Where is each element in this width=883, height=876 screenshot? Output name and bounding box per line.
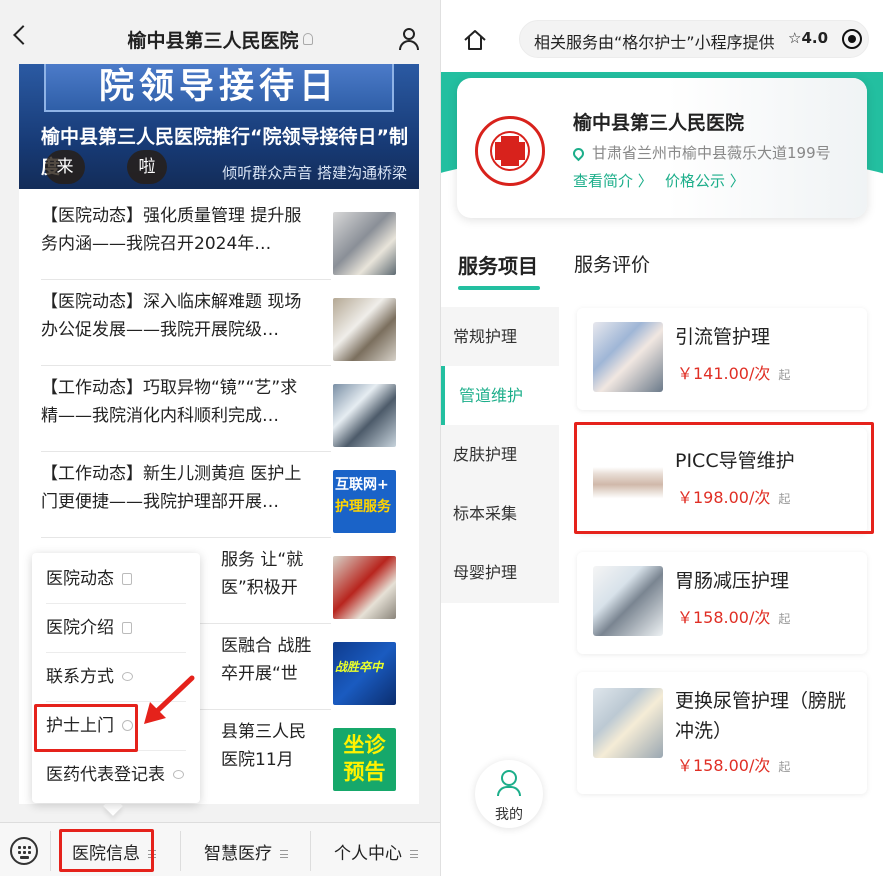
news-thumbnail: [333, 384, 396, 447]
my-button[interactable]: 我的: [475, 760, 543, 828]
news-thumbnail: 战胜卒中: [333, 642, 396, 705]
chat-icon: [173, 770, 184, 779]
hospital-address: 甘肃省兰州市榆中县薇乐大道199号: [570, 142, 831, 163]
service-price: ￥158.00/次起: [677, 608, 791, 627]
tab-reviews[interactable]: 服务评价: [574, 250, 650, 277]
news-thumbnail: 坐诊 预告: [333, 728, 396, 791]
person-icon: [501, 770, 517, 786]
news-item[interactable]: 【医院动态】深入临床解难题 现场办公促发展——我院开展院级…: [41, 280, 413, 366]
category-specimen[interactable]: 标本采集: [441, 484, 559, 543]
menu-smart-medical[interactable]: 智慧医疗: [204, 839, 288, 864]
red-arrow-icon: [144, 675, 195, 724]
hospital-logo: [475, 116, 545, 186]
tab-services[interactable]: 服务项目: [458, 250, 538, 279]
submenu-item-rep-register[interactable]: 医药代表登记表: [46, 751, 186, 800]
provider-text: 相关服务由“格尔护士”小程序提供: [534, 33, 775, 52]
category-sidebar: 常规护理 管道维护 皮肤护理 标本采集 母婴护理: [441, 307, 559, 603]
danmaku-bubble: 啦: [127, 150, 167, 184]
back-icon[interactable]: [13, 25, 33, 45]
news-title: 县第三人民医院11月10日门…: [221, 722, 306, 770]
page-title: 榆中县第三人民医院: [80, 26, 360, 53]
top-bar: 相关服务由“格尔护士”小程序提供 ☆4.0: [441, 0, 883, 72]
news-title: 【医院动态】深入临床解难题 现场办公促发展——我院开展院级…: [41, 292, 302, 340]
banner-headline: 院领导接待日: [44, 64, 394, 112]
location-pin-icon: [570, 145, 587, 162]
menu-personal-center[interactable]: 个人中心: [334, 839, 418, 864]
news-thumbnail: [333, 212, 396, 275]
service-card[interactable]: 引流管护理 ￥141.00/次起: [577, 308, 867, 410]
page-icon: [122, 622, 132, 634]
service-name: 更换尿管护理（膀胱冲洗）: [675, 690, 847, 742]
service-name: 引流管护理: [675, 326, 771, 348]
category-maternal[interactable]: 母婴护理: [441, 543, 559, 602]
highlight-box: [574, 422, 874, 534]
hospital-name: 榆中县第三人民医院: [573, 112, 745, 134]
home-icon[interactable]: [463, 28, 487, 52]
menu-icon: [280, 850, 288, 858]
banner[interactable]: 院领导接待日 榆中县第三人民医院推行“院领导接待日”制度 倾听群众声音 搭建沟通…: [19, 64, 419, 189]
view-intro-link[interactable]: 查看简介 〉: [573, 170, 653, 191]
chat-icon: [122, 672, 133, 681]
news-title: 医融合 战胜卒开展“世界…: [221, 636, 312, 684]
user-icon[interactable]: [398, 28, 420, 50]
news-item[interactable]: 【工作动态】巧取异物“镜”“艺”求精——我院消化内科顺利完成…: [41, 366, 413, 452]
category-catheter[interactable]: 管道维护: [441, 366, 559, 425]
menu-icon: [410, 850, 418, 858]
left-screen: 榆中县第三人民医院 院领导接待日 榆中县第三人民医院推行“院领导接待日”制度 倾…: [0, 0, 440, 876]
service-name: 胃肠减压护理: [675, 570, 790, 592]
service-image: [593, 688, 663, 758]
nav-bar: 榆中县第三人民医院: [0, 0, 440, 70]
category-routine[interactable]: 常规护理: [441, 307, 559, 366]
category-skin[interactable]: 皮肤护理: [441, 425, 559, 484]
mute-bell-icon: [302, 33, 313, 45]
active-tab-indicator: [458, 286, 540, 290]
news-item[interactable]: 【医院动态】强化质量管理 提升服务内涵——我院召开2024年…: [41, 194, 413, 280]
submenu-item-intro[interactable]: 医院介绍: [46, 604, 186, 653]
news-title: 【工作动态】新生儿测黄疸 医护上门更便捷——我院护理部开展…: [41, 464, 302, 512]
page-icon: [122, 573, 132, 585]
news-title: 服务 让“就医”积极开展“…: [221, 550, 304, 598]
right-screen: 相关服务由“格尔护士”小程序提供 ☆4.0 榆中县第三人民医院 甘肃省兰州市榆中…: [441, 0, 883, 876]
price-list-link[interactable]: 价格公示 〉: [665, 170, 745, 191]
news-item[interactable]: 【工作动态】新生儿测黄疸 医护上门更便捷——我院护理部开展… 互联网+ 护理服务: [41, 452, 413, 538]
hospital-card: 榆中县第三人民医院 甘肃省兰州市榆中县薇乐大道199号 查看简介 〉 价格公示 …: [457, 78, 867, 218]
service-card[interactable]: 更换尿管护理（膀胱冲洗） ￥158.00/次起: [577, 672, 867, 794]
submenu-item-news[interactable]: 医院动态: [46, 555, 186, 604]
news-thumbnail: 互联网+ 护理服务: [333, 470, 396, 533]
news-thumbnail: [333, 298, 396, 361]
service-card[interactable]: 胃肠减压护理 ￥158.00/次起: [577, 552, 867, 654]
news-title: 【医院动态】强化质量管理 提升服务内涵——我院召开2024年…: [41, 206, 302, 254]
highlight-box: [59, 829, 154, 872]
news-title: 【工作动态】巧取异物“镜”“艺”求精——我院消化内科顺利完成…: [41, 378, 298, 426]
highlight-box: [34, 704, 138, 752]
danmaku-bubble: 来: [45, 150, 85, 184]
banner-subtitle: 倾听群众声音 搭建沟通桥梁: [222, 164, 407, 182]
service-price: ￥141.00/次起: [677, 364, 791, 383]
service-price: ￥158.00/次起: [677, 756, 791, 775]
record-icon[interactable]: [842, 29, 862, 49]
rating: ☆4.0: [788, 29, 829, 47]
news-thumbnail: [333, 556, 396, 619]
keyboard-icon[interactable]: [10, 837, 38, 865]
mini-program-capsule[interactable]: 相关服务由“格尔护士”小程序提供 ☆4.0: [519, 20, 869, 58]
service-image: [593, 566, 663, 636]
service-image: [593, 322, 663, 392]
